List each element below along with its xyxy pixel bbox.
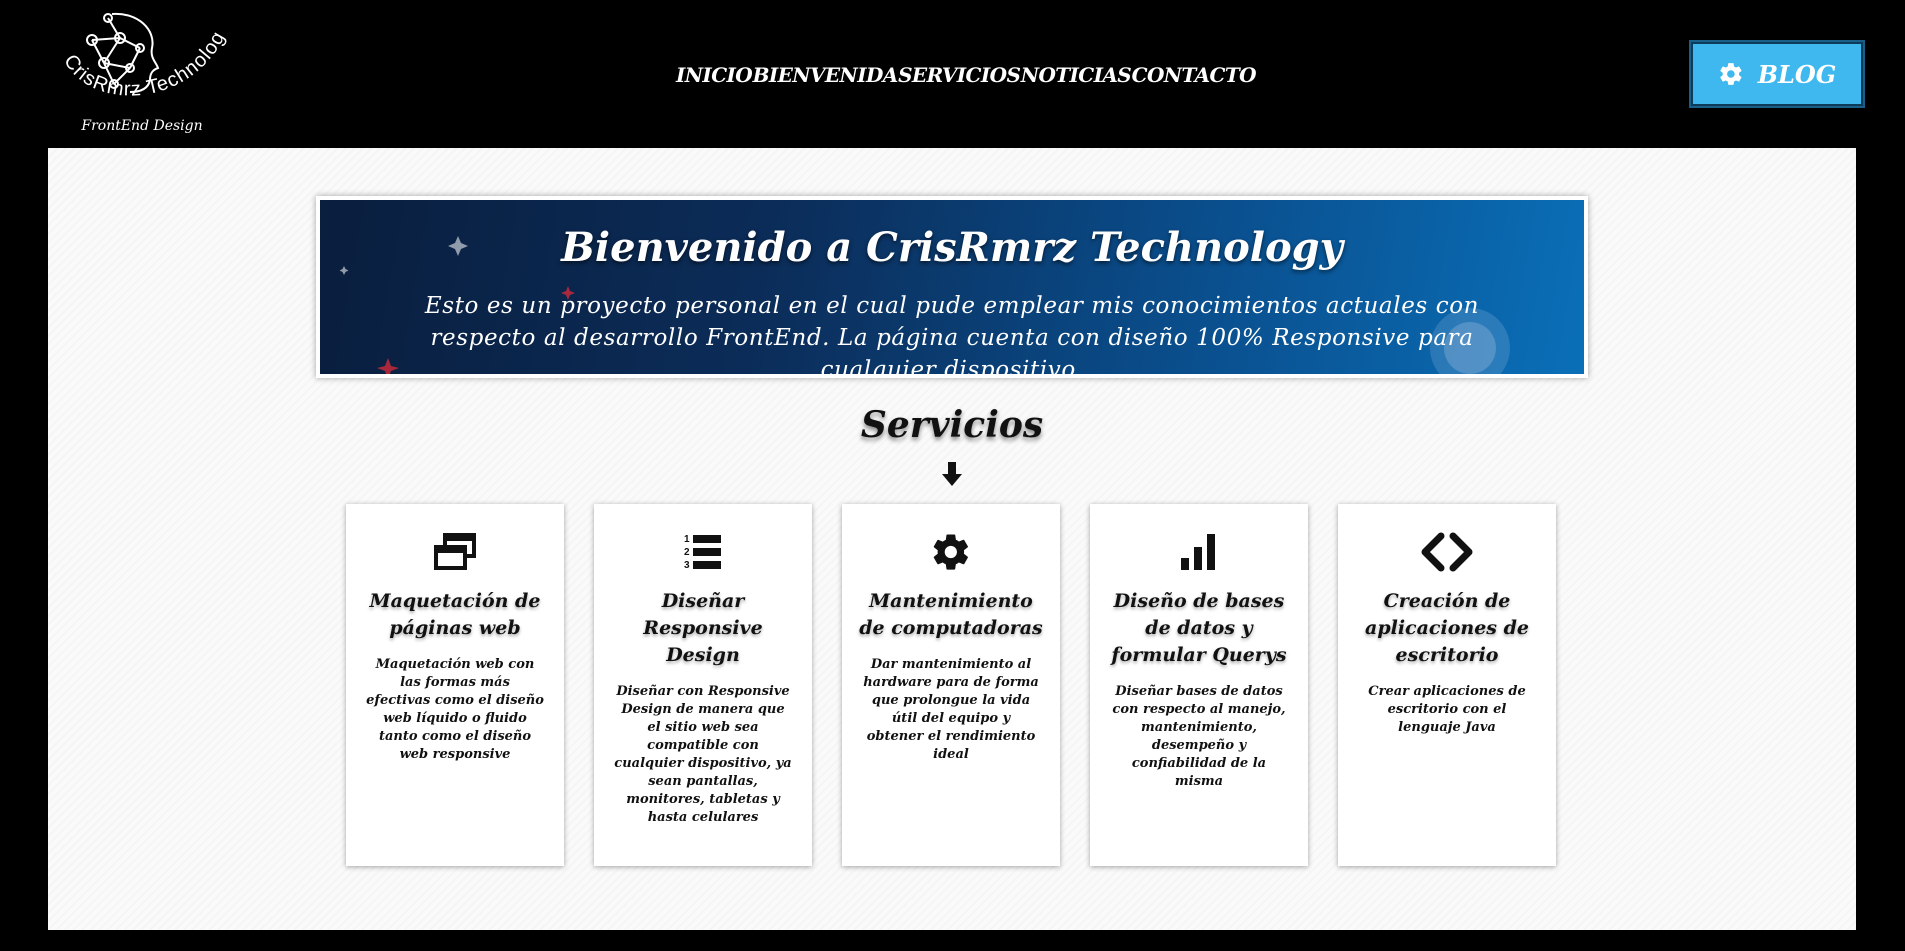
service-description: Diseñar con Responsive Design de manera … <box>614 684 792 825</box>
banner-description: Esto es un proyecto personal en el cual … <box>424 293 1480 378</box>
windows-icon <box>362 530 548 574</box>
service-card: Maquetación de páginas web Maquetación w… <box>346 504 564 866</box>
bar-chart-icon <box>1106 530 1292 574</box>
service-title: Creación de aplicaciones de escritorio <box>1365 590 1529 666</box>
numbered-list-icon: 1 2 3 <box>610 530 796 574</box>
welcome-banner: Bienvenido a CrisRmrz Technology Esto es… <box>316 196 1588 378</box>
svg-text:1: 1 <box>684 534 690 545</box>
service-card: Diseño de bases de datos y formular Quer… <box>1090 504 1308 866</box>
logo-name: CrisRmrz Technology <box>52 8 229 101</box>
nav-bienvenida[interactable]: BIENVENIDA <box>753 63 899 87</box>
service-description: Maquetación web con las formas más efect… <box>366 657 544 762</box>
service-description: Diseñar bases de datos con respecto al m… <box>1112 684 1286 789</box>
service-title: Diseño de bases de datos y formular Quer… <box>1111 590 1287 666</box>
code-icon <box>1354 530 1540 574</box>
service-card: 1 2 3 Diseñar Responsive Design Diseñar … <box>594 504 812 866</box>
service-description: Crear aplicaciones de escritorio con el … <box>1368 684 1526 735</box>
service-title: Mantenimiento de computadoras <box>859 590 1043 639</box>
service-card: Creación de aplicaciones de escritorio C… <box>1338 504 1556 866</box>
arrow-down-icon <box>942 462 962 486</box>
service-title: Diseñar Responsive Design <box>643 590 763 666</box>
logo-wordmark: CrisRmrz Technology FrontEnd Design <box>52 8 230 134</box>
logo-tagline: FrontEnd Design <box>80 118 202 134</box>
blog-button[interactable]: BLOG <box>1689 40 1865 108</box>
banner-title: Bienvenido a CrisRmrz Technology <box>561 224 1343 271</box>
nav-noticias[interactable]: NOTICIAS <box>1021 63 1132 87</box>
nav-contacto[interactable]: CONTACTO <box>1132 63 1257 87</box>
blog-button-label: BLOG <box>1757 59 1837 89</box>
svg-text:CrisRmrz Technology: CrisRmrz Technology <box>52 8 230 101</box>
services-title: Servicios <box>860 404 1044 446</box>
service-title: Maquetación de páginas web <box>369 590 541 639</box>
svg-text:3: 3 <box>684 560 690 571</box>
svg-text:2: 2 <box>684 547 690 558</box>
gear-icon <box>1718 61 1744 87</box>
services-list: Maquetación de páginas web Maquetación w… <box>346 504 1558 866</box>
nav-inicio[interactable]: INICIO <box>676 63 753 87</box>
site-header: CrisRmrz Technology FrontEnd Design INIC… <box>0 0 1905 148</box>
main-content: Bienvenido a CrisRmrz Technology Esto es… <box>48 148 1856 930</box>
site-logo[interactable]: CrisRmrz Technology FrontEnd Design <box>52 8 232 140</box>
gear-icon <box>858 530 1044 574</box>
service-card: Mantenimiento de computadoras Dar manten… <box>842 504 1060 866</box>
main-nav: INICIO BIENVENIDA SERVICIOS NOTICIAS CON… <box>676 63 1257 87</box>
nav-servicios[interactable]: SERVICIOS <box>898 63 1021 87</box>
service-description: Dar mantenimiento al hardware para de fo… <box>863 657 1039 762</box>
